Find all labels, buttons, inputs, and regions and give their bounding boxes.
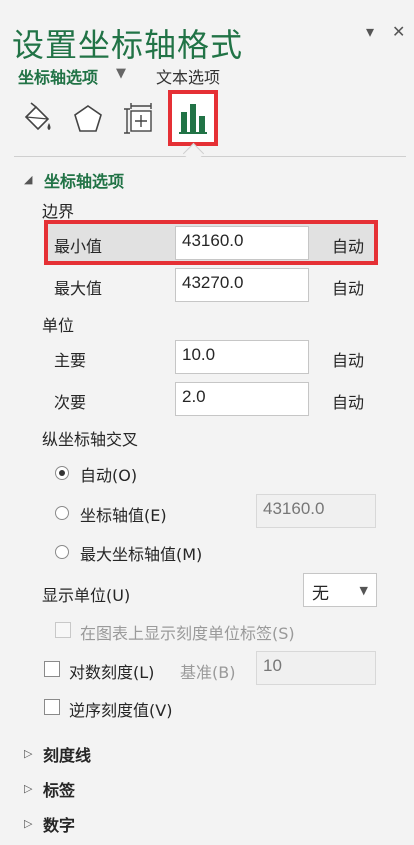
radio-max-axis-value-label[interactable]: 最大坐标轴值(M) (80, 541, 202, 565)
section-labels[interactable]: 标签 (43, 777, 75, 801)
highlight-axis-options-tab (168, 90, 218, 146)
show-units-label-checkbox[interactable] (55, 622, 71, 638)
expand-triangle-icon[interactable]: ▷ (24, 782, 32, 795)
max-label: 最大值 (54, 279, 103, 298)
close-icon[interactable]: ✕ (392, 22, 405, 41)
divider (14, 156, 406, 157)
major-label: 主要 (54, 351, 87, 370)
reverse-order-checkbox[interactable] (44, 699, 60, 715)
radio-axis-value-label[interactable]: 坐标轴值(E) (80, 502, 167, 526)
major-unit-input[interactable]: 10.0 (175, 340, 309, 374)
radio-auto[interactable] (55, 466, 69, 480)
units-label: 单位 (42, 316, 75, 335)
tab-axis-options[interactable]: 坐标轴选项 (18, 64, 98, 88)
minor-unit-input[interactable]: 2.0 (175, 382, 309, 416)
effects-pentagon-icon[interactable] (66, 96, 110, 142)
active-tab-notch (182, 142, 205, 165)
axis-value-input[interactable]: 43160.0 (256, 494, 376, 528)
display-units-label: 显示单位(U) (42, 586, 131, 605)
log-scale-label: 对数刻度(L) (69, 663, 155, 682)
bounds-label: 边界 (42, 202, 75, 221)
max-auto-button[interactable]: 自动 (332, 275, 364, 299)
log-scale-checkbox[interactable] (44, 661, 60, 677)
vertical-axis-crosses-label: 纵坐标轴交叉 (42, 430, 139, 449)
section-axis-options-title[interactable]: 坐标轴选项 (44, 168, 124, 192)
max-input[interactable]: 43270.0 (175, 268, 309, 302)
chevron-down-icon: ▼ (359, 584, 368, 597)
section-tick-marks[interactable]: 刻度线 (43, 742, 91, 766)
radio-axis-value[interactable] (55, 506, 69, 520)
reverse-order-label: 逆序刻度值(V) (69, 701, 173, 720)
log-base-input[interactable]: 10 (256, 651, 376, 685)
log-base-label: 基准(B) (180, 663, 236, 682)
fill-line-icon[interactable] (14, 96, 58, 142)
section-number[interactable]: 数字 (43, 812, 75, 836)
tab-text-options[interactable]: 文本选项 (156, 64, 220, 88)
minor-label: 次要 (54, 393, 87, 412)
display-units-value: 无 (312, 584, 329, 604)
highlight-min-row (44, 220, 378, 265)
pane-options-dropdown-icon[interactable]: ▾ (366, 22, 374, 41)
expand-triangle-icon[interactable]: ▷ (24, 747, 32, 760)
show-units-label-text: 在图表上显示刻度单位标签(S) (80, 624, 295, 643)
display-units-select[interactable]: 无 ▼ (303, 573, 377, 607)
radio-max-axis-value[interactable] (55, 545, 69, 559)
major-auto-button[interactable]: 自动 (332, 347, 364, 371)
size-properties-icon[interactable] (118, 96, 162, 142)
expand-triangle-icon[interactable]: ▷ (24, 817, 32, 830)
minor-auto-button[interactable]: 自动 (332, 389, 364, 413)
radio-auto-label[interactable]: 自动(O) (80, 462, 137, 486)
chevron-down-icon[interactable]: ▼ (116, 66, 126, 81)
expand-triangle-icon[interactable]: ◢ (24, 173, 32, 186)
pane-title: 设置坐标轴格式 (12, 26, 244, 64)
